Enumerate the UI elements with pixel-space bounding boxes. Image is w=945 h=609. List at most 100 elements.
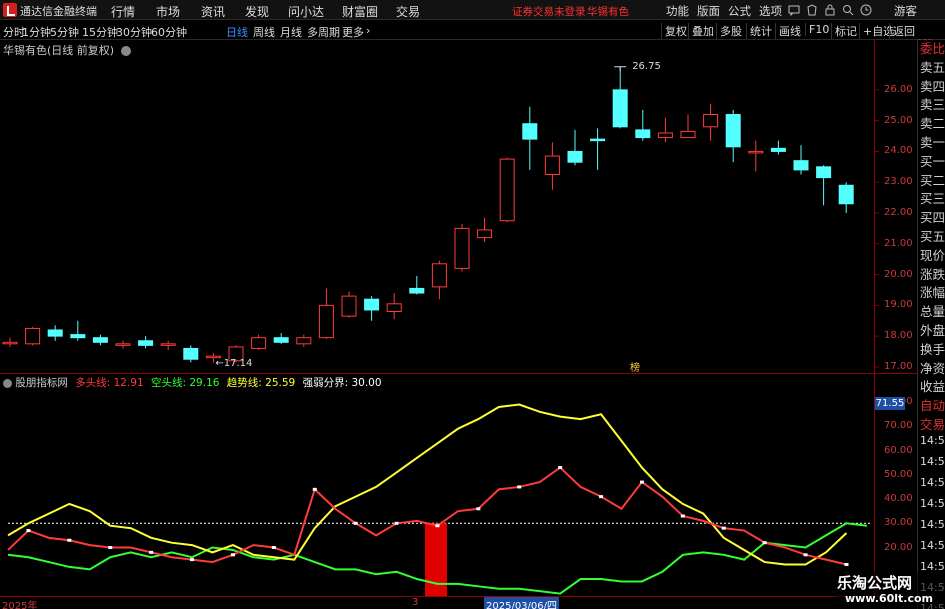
side-panel-item[interactable]: 买二 [920, 172, 945, 191]
candle[interactable] [544, 142, 560, 190]
candle[interactable] [341, 291, 357, 318]
side-panel-item[interactable]: 卖四 [920, 78, 945, 97]
candle-body [454, 227, 470, 269]
candle[interactable] [251, 334, 267, 350]
candle-body [499, 158, 515, 222]
side-panel-item[interactable]: 委比 [920, 40, 945, 59]
candle[interactable] [160, 340, 176, 350]
candle[interactable] [2, 337, 18, 347]
candle[interactable] [522, 106, 538, 170]
candle[interactable] [431, 260, 447, 300]
indicator-name[interactable]: 股朋指标网 [15, 377, 68, 389]
side-panel-item[interactable]: 自动 [920, 397, 945, 416]
candle[interactable] [318, 288, 334, 340]
bull-line-point [599, 495, 604, 499]
candle[interactable] [499, 157, 515, 223]
candle-body [273, 337, 289, 343]
high-price-label: 26.75 [632, 60, 661, 72]
bull-line-point [394, 521, 399, 525]
legend-trend-value: 25.59 [265, 377, 296, 389]
candle[interactable] [25, 326, 41, 346]
candle-body [680, 130, 696, 139]
candle[interactable] [409, 276, 425, 295]
side-panel-item[interactable]: 收益 [920, 378, 945, 397]
candle[interactable] [590, 128, 606, 170]
bull-line-point [190, 558, 195, 562]
candle-body [296, 337, 312, 345]
indicator-settings-icon[interactable] [3, 378, 12, 388]
chart-settings-icon[interactable] [120, 46, 131, 56]
candle[interactable] [748, 140, 764, 172]
side-panel-item[interactable]: 换手 [920, 341, 945, 360]
side-panel-item[interactable]: 涨跌 [920, 266, 945, 285]
side-panel-item[interactable]: 卖一 [920, 134, 945, 153]
bull-line-point [435, 524, 440, 528]
candle-body [160, 343, 176, 346]
time-axis: 2025年 3 2025/03/06/四 [0, 596, 917, 609]
bull-line-point [762, 541, 767, 545]
price-axis-tick: 24.00 [884, 145, 913, 157]
candle[interactable] [770, 140, 786, 155]
side-panel-item[interactable]: 交易 [920, 416, 945, 435]
xaxis-month-label: 3 [412, 597, 419, 608]
event-marker[interactable]: 榜 [630, 359, 640, 374]
price-axis-tick: 22.00 [884, 207, 913, 218]
side-panel-item[interactable]: 总量 [920, 303, 945, 322]
candle[interactable] [612, 66, 628, 129]
side-panel-item[interactable]: 买四 [920, 209, 945, 228]
candle[interactable] [635, 109, 651, 141]
candle[interactable] [183, 345, 199, 363]
candle[interactable] [477, 217, 493, 243]
candle-body [409, 287, 425, 294]
candle[interactable] [657, 117, 673, 143]
candle[interactable] [838, 182, 854, 213]
side-panel-item[interactable]: 卖二 [920, 115, 945, 134]
candle[interactable] [92, 334, 108, 346]
candle[interactable] [725, 109, 741, 163]
indicator-legend: 股朋指标网 多头线: 12.91 空头线: 29.16 趋势线: 25.59 强… [3, 375, 386, 390]
candle[interactable] [273, 333, 289, 344]
bull-line-point [476, 507, 481, 511]
candle-body [341, 295, 357, 317]
side-panel-item[interactable]: 买五 [920, 228, 945, 247]
candle[interactable] [115, 340, 131, 349]
side-panel-item[interactable]: 外盘 [920, 322, 945, 341]
candle-body [725, 113, 741, 148]
candle[interactable] [454, 223, 470, 272]
candle[interactable] [793, 145, 809, 175]
candle[interactable] [567, 129, 583, 166]
candle-body [92, 337, 108, 343]
candle[interactable] [47, 325, 63, 341]
indicator-axis-tick: 50.00 [884, 468, 913, 480]
side-panel-item[interactable]: 涨幅 [920, 284, 945, 303]
price-axis-tick: 20.00 [884, 268, 913, 280]
bull-line-point [312, 487, 317, 491]
candle[interactable] [386, 293, 402, 320]
side-panel-time: 14:5 [920, 476, 945, 489]
side-panel-item[interactable]: 卖三 [920, 96, 945, 115]
candle[interactable] [816, 165, 832, 206]
candle[interactable] [680, 114, 696, 139]
candle-body [386, 303, 402, 313]
side-panel-item[interactable]: 现价 [920, 247, 945, 266]
side-panel-item[interactable]: 净资 [920, 360, 945, 379]
side-panel-item[interactable]: 买三 [920, 190, 945, 209]
candle-body [770, 147, 786, 152]
price-axis-tick: 25.00 [884, 114, 913, 126]
candle-body [657, 132, 673, 139]
candle[interactable] [364, 296, 380, 321]
legend-trend-label: 趋势线 [226, 377, 259, 389]
candle[interactable] [138, 336, 154, 349]
price-axis-tick: 18.00 [884, 330, 913, 342]
legend-bear: 空头线: 29.16 [150, 377, 220, 389]
chart-canvas[interactable] [0, 0, 945, 609]
candle[interactable] [296, 334, 312, 347]
bull-line-point [108, 546, 113, 550]
side-panel-item[interactable]: 买一 [920, 153, 945, 172]
candle[interactable] [703, 103, 719, 141]
candle-body [183, 347, 199, 360]
candle-body [115, 343, 131, 346]
legend-threshold: 强弱分界: 30.00 [302, 377, 382, 389]
candle[interactable] [70, 320, 86, 341]
side-panel-item[interactable]: 卖五 [920, 59, 945, 78]
